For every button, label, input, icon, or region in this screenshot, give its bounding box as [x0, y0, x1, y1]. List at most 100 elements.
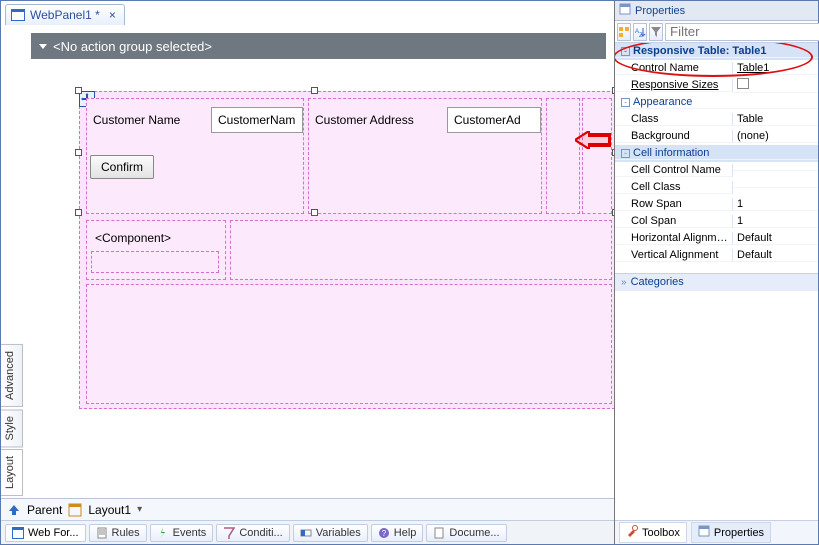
prop-val[interactable] [733, 78, 818, 93]
sel-handle[interactable] [612, 149, 614, 156]
prop-row-row-span[interactable]: Row Span1 [615, 196, 818, 213]
tab-conditions-label: Conditi... [239, 527, 282, 539]
properties-header-label: Properties [635, 5, 685, 17]
component-inner[interactable] [91, 251, 219, 273]
tab-webform[interactable]: Web For... [5, 524, 86, 542]
sort-categorized-icon[interactable] [617, 23, 631, 41]
tab-toolbox-label: Toolbox [642, 527, 680, 539]
cell-row2-right[interactable] [230, 220, 612, 280]
collapse-icon[interactable]: - [621, 98, 630, 107]
cell-customer-address[interactable]: Customer Address CustomerAd [308, 98, 542, 214]
prop-category-top[interactable]: -Responsive Table: Table1 [615, 43, 818, 60]
tab-toolbox[interactable]: Toolbox [619, 522, 687, 543]
vtab-style[interactable]: Style [1, 409, 23, 447]
field-customer-address[interactable]: CustomerAd [447, 107, 541, 133]
breadcrumb-layout[interactable]: Layout1 [88, 503, 131, 517]
sel-handle[interactable] [75, 149, 82, 156]
designer-canvas[interactable]: <No action group selected> Customer Name… [23, 25, 614, 498]
prop-val[interactable] [733, 170, 818, 171]
prop-row-class[interactable]: ClassTable [615, 111, 818, 128]
filter-funnel-icon[interactable] [649, 23, 663, 41]
prop-row-background[interactable]: Background(none) [615, 128, 818, 145]
breadcrumb-parent[interactable]: Parent [27, 503, 62, 517]
tab-events-label: Events [173, 527, 207, 539]
field-customer-name[interactable]: CustomerNam [211, 107, 303, 133]
layout-icon [68, 503, 82, 517]
prop-row-cell-class[interactable]: Cell Class [615, 179, 818, 196]
chevron-down-icon [39, 44, 47, 49]
prop-key: Horizontal Alignment [615, 232, 733, 245]
prop-row-control-name[interactable]: Control NameTable1 [615, 60, 818, 77]
prop-val[interactable]: Table1 [733, 62, 818, 75]
prop-val[interactable]: 1 [733, 198, 818, 211]
properties-grid[interactable]: -Responsive Table: Table1 Control NameTa… [615, 43, 818, 273]
cell-spacer-right[interactable] [546, 98, 580, 214]
prop-row-horizontal-alignment[interactable]: Horizontal AlignmentDefault [615, 230, 818, 247]
vtab-advanced[interactable]: Advanced [1, 344, 23, 407]
right-bottom-tabs: Toolbox Properties [615, 520, 818, 544]
prop-row-responsive-sizes[interactable]: Responsive Sizes [615, 77, 818, 94]
prop-val[interactable]: Table [733, 113, 818, 126]
tab-help[interactable]: ? Help [371, 524, 424, 542]
tab-documentation[interactable]: Docume... [426, 524, 506, 542]
responsive-table[interactable]: Customer Name CustomerNam Confirm Custom… [79, 91, 614, 409]
prop-category-cellinfo[interactable]: -Cell information [615, 145, 818, 162]
prop-category-appearance[interactable]: -Appearance [615, 94, 818, 111]
label-customer-address: Customer Address [309, 107, 420, 133]
prop-val[interactable]: Default [733, 249, 818, 262]
prop-val[interactable]: Default [733, 232, 818, 245]
sel-handle[interactable] [75, 87, 82, 94]
prop-row-col-span[interactable]: Col Span1 [615, 213, 818, 230]
collapse-icon[interactable]: - [621, 149, 630, 158]
prop-val[interactable]: (none) [733, 130, 818, 143]
close-icon[interactable]: × [109, 8, 116, 22]
table-selection[interactable]: Customer Name CustomerNam Confirm Custom… [79, 91, 614, 409]
prop-val[interactable]: 1 [733, 215, 818, 228]
prop-category-label: Appearance [633, 96, 692, 108]
prop-key: Responsive Sizes [615, 79, 733, 92]
properties-filter[interactable] [665, 23, 819, 41]
bottom-tabs: Web For... Rules Events Conditi... Varia… [1, 520, 614, 544]
confirm-button[interactable]: Confirm [90, 155, 154, 179]
cell-component[interactable]: <Component> [86, 220, 226, 280]
editor-tab[interactable]: WebPanel1 * × [5, 4, 125, 25]
prop-val[interactable] [733, 187, 818, 188]
prop-row-cell-control-name[interactable]: Cell Control Name [615, 162, 818, 179]
sel-handle[interactable] [311, 87, 318, 94]
sel-handle[interactable] [612, 87, 614, 94]
conditions-icon [223, 527, 235, 539]
tab-help-label: Help [394, 527, 417, 539]
prop-key: Cell Class [615, 181, 733, 194]
tab-conditions[interactable]: Conditi... [216, 524, 289, 542]
sort-alpha-icon[interactable]: AZ [633, 23, 647, 41]
prop-key: Cell Control Name [615, 164, 733, 177]
prop-category-label: Cell information [633, 147, 709, 159]
prop-key: Class [615, 113, 733, 126]
svg-text:?: ? [382, 529, 387, 538]
editor-tab-label: WebPanel1 * [30, 8, 100, 22]
tab-rules[interactable]: Rules [89, 524, 147, 542]
webpanel-icon [11, 9, 25, 21]
action-group-text: <No action group selected> [53, 39, 212, 54]
sel-handle[interactable] [311, 209, 318, 216]
breadcrumb-chevron-icon[interactable]: ▾ [137, 504, 142, 515]
variables-icon [300, 527, 312, 539]
tab-variables[interactable]: Variables [293, 524, 368, 542]
cell-row3[interactable] [86, 284, 612, 404]
action-group-bar[interactable]: <No action group selected> [31, 33, 606, 59]
collapse-icon[interactable]: - [621, 47, 630, 56]
cell-spacer-right2[interactable] [582, 98, 612, 214]
sel-handle[interactable] [612, 209, 614, 216]
sel-handle[interactable] [75, 209, 82, 216]
prop-key: Background [615, 130, 733, 143]
prop-row-vertical-alignment[interactable]: Vertical AlignmentDefault [615, 247, 818, 264]
vtab-layout[interactable]: Layout [1, 449, 23, 496]
tab-events[interactable]: Events [150, 524, 214, 542]
tab-properties-label: Properties [714, 527, 764, 539]
arrow-annotation-icon [575, 131, 611, 149]
editor-tabstrip: WebPanel1 * × [1, 1, 614, 25]
cell-customer-name[interactable]: Customer Name CustomerNam Confirm [86, 98, 304, 214]
properties-header-icon [619, 3, 631, 18]
tab-properties[interactable]: Properties [691, 522, 771, 543]
categories-collapser[interactable]: »Categories [615, 273, 818, 291]
